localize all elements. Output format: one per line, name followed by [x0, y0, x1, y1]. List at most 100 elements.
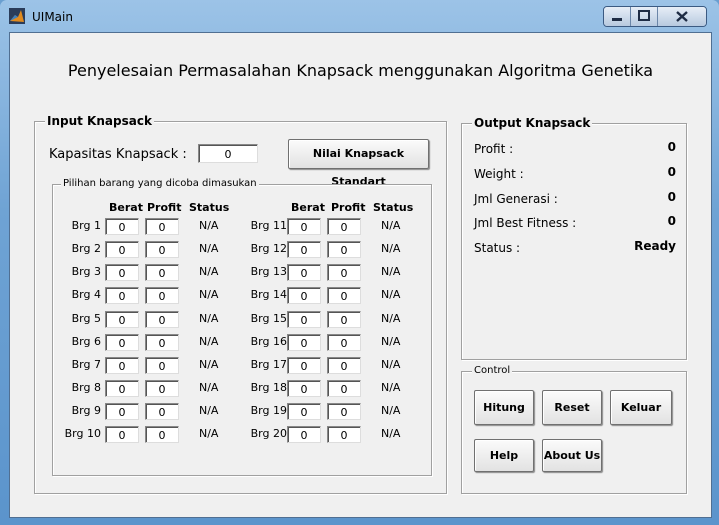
about-us-button[interactable]: About Us	[542, 439, 602, 472]
item-status: N/A	[199, 288, 219, 301]
output-group-title: Output Knapsack	[472, 116, 593, 130]
title-bar[interactable]: UIMain	[0, 0, 719, 32]
nilai-standart-button[interactable]: Nilai Knapsack Standart	[288, 139, 429, 188]
item-profit-input[interactable]: 0	[327, 357, 361, 374]
item-label: Brg 20	[250, 427, 287, 440]
reset-button[interactable]: Reset	[542, 390, 602, 425]
item-status: N/A	[381, 242, 401, 255]
col-header-profit: Profit	[147, 201, 182, 214]
item-label: Brg 6	[71, 335, 101, 348]
item-profit-input[interactable]: 0	[145, 311, 179, 328]
output-value: 0	[667, 190, 676, 204]
item-berat-input[interactable]: 0	[287, 426, 321, 443]
item-berat-input[interactable]: 0	[105, 264, 139, 281]
window-frame: UIMain Penyelesaian Permasalahan Knapsac…	[0, 0, 719, 525]
item-label: Brg 18	[250, 381, 287, 394]
item-status: N/A	[381, 335, 401, 348]
output-label: Profit :	[474, 142, 514, 156]
item-berat-input[interactable]: 0	[105, 218, 139, 235]
maximize-button[interactable]	[631, 7, 658, 26]
output-label: Status :	[474, 241, 521, 255]
item-berat-input[interactable]: 0	[287, 380, 321, 397]
item-berat-input[interactable]: 0	[105, 287, 139, 304]
col-header-profit: Profit	[331, 201, 366, 214]
item-profit-input[interactable]: 0	[327, 311, 361, 328]
item-status: N/A	[199, 427, 219, 440]
item-profit-input[interactable]: 0	[327, 218, 361, 235]
item-berat-input[interactable]: 0	[105, 334, 139, 351]
maximize-icon	[638, 10, 650, 21]
close-icon	[676, 11, 688, 22]
item-berat-input[interactable]: 0	[105, 311, 139, 328]
item-berat-input[interactable]: 0	[287, 403, 321, 420]
item-berat-input[interactable]: 0	[105, 241, 139, 258]
keluar-button[interactable]: Keluar	[610, 390, 672, 425]
item-status: N/A	[199, 312, 219, 325]
item-berat-input[interactable]: 0	[287, 287, 321, 304]
col-header-status: Status	[189, 201, 230, 214]
item-status: N/A	[381, 219, 401, 232]
output-value: 0	[667, 214, 676, 228]
help-button[interactable]: Help	[474, 439, 534, 472]
output-label: Jml Best Fitness :	[474, 216, 577, 230]
hitung-button[interactable]: Hitung	[474, 390, 534, 425]
item-profit-input[interactable]: 0	[327, 403, 361, 420]
item-profit-input[interactable]: 0	[145, 334, 179, 351]
item-profit-input[interactable]: 0	[145, 218, 179, 235]
item-berat-input[interactable]: 0	[105, 380, 139, 397]
item-berat-input[interactable]: 0	[287, 241, 321, 258]
items-group: Pilihan barang yang dicoba dimasukan Ber…	[52, 178, 432, 476]
item-profit-input[interactable]: 0	[145, 380, 179, 397]
item-berat-input[interactable]: 0	[287, 334, 321, 351]
item-profit-input[interactable]: 0	[327, 334, 361, 351]
item-status: N/A	[199, 242, 219, 255]
item-status: N/A	[199, 358, 219, 371]
item-label: Brg 10	[64, 427, 101, 440]
item-status: N/A	[381, 288, 401, 301]
item-status: N/A	[381, 381, 401, 394]
minimize-icon	[612, 18, 622, 21]
client-area: Penyelesaian Permasalahan Knapsack mengg…	[9, 32, 712, 518]
control-group-title: Control	[472, 365, 513, 376]
item-profit-input[interactable]: 0	[145, 426, 179, 443]
control-group: Control Hitung Reset Keluar Help About U…	[461, 365, 687, 494]
item-berat-input[interactable]: 0	[287, 357, 321, 374]
capacity-input[interactable]: 0	[198, 144, 258, 163]
item-status: N/A	[381, 265, 401, 278]
item-berat-input[interactable]: 0	[287, 264, 321, 281]
item-label: Brg 3	[71, 265, 101, 278]
item-profit-input[interactable]: 0	[145, 403, 179, 420]
item-status: N/A	[381, 312, 401, 325]
item-label: Brg 8	[71, 381, 101, 394]
window-controls	[603, 6, 707, 27]
item-profit-input[interactable]: 0	[327, 426, 361, 443]
item-profit-input[interactable]: 0	[327, 264, 361, 281]
item-profit-input[interactable]: 0	[145, 287, 179, 304]
item-label: Brg 15	[250, 312, 287, 325]
output-label: Jml Generasi :	[474, 192, 558, 206]
item-berat-input[interactable]: 0	[105, 403, 139, 420]
capacity-label: Kapasitas Knapsack :	[49, 147, 187, 162]
minimize-button[interactable]	[604, 7, 631, 26]
output-knapsack-group: Output Knapsack Profit : 0 Weight : 0 Jml Ge…	[461, 116, 687, 360]
item-status: N/A	[199, 335, 219, 348]
item-label: Brg 17	[250, 358, 287, 371]
col-header-berat: Berat	[109, 201, 143, 214]
item-profit-input[interactable]: 0	[327, 241, 361, 258]
item-berat-input[interactable]: 0	[287, 218, 321, 235]
item-label: Brg 5	[71, 312, 101, 325]
item-profit-input[interactable]: 0	[145, 357, 179, 374]
input-group-title: Input Knapsack	[45, 114, 154, 128]
window-title: UIMain	[32, 10, 73, 24]
item-profit-input[interactable]: 0	[327, 287, 361, 304]
item-status: N/A	[199, 404, 219, 417]
output-value: Ready	[634, 239, 676, 253]
close-button[interactable]	[658, 7, 706, 26]
item-profit-input[interactable]: 0	[145, 241, 179, 258]
item-profit-input[interactable]: 0	[327, 380, 361, 397]
item-profit-input[interactable]: 0	[145, 264, 179, 281]
item-berat-input[interactable]: 0	[105, 357, 139, 374]
item-berat-input[interactable]: 0	[105, 426, 139, 443]
item-status: N/A	[199, 265, 219, 278]
item-berat-input[interactable]: 0	[287, 311, 321, 328]
